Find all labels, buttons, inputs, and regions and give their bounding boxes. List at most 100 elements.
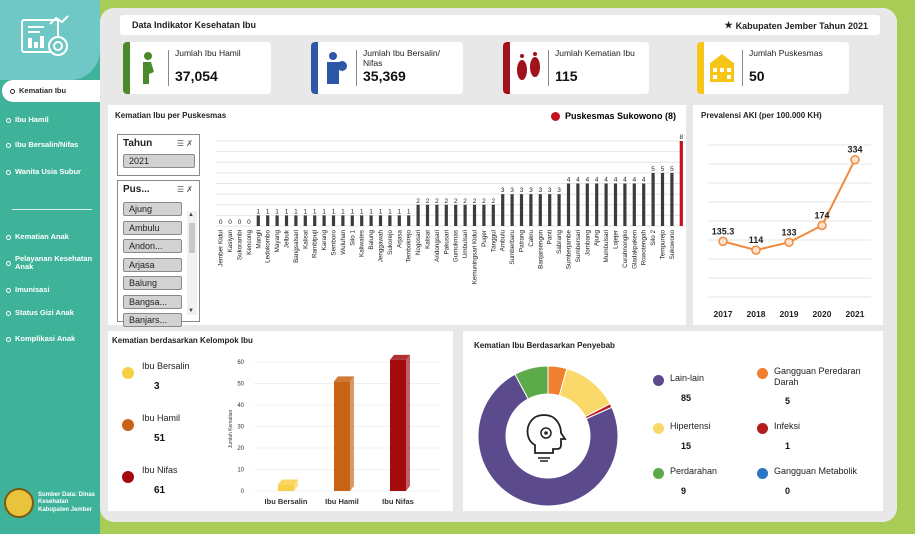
scroll-down-icon[interactable]: ▼ [188,308,194,314]
category-tick-label: Bangsalsari [293,230,300,263]
puskesmas-slicer[interactable]: Pus... ☰ ✗ Ajung Ambulu Andon... Arjasa Balu… [117,180,200,327]
puskesmas-slicer-item[interactable]: Bangsa... [123,294,182,309]
group-legend-label: Ibu Hamil [142,413,181,423]
cause-legend-label: Lain-lain [670,373,705,383]
group-title: Kematian berdasarkan Kelompok Ibu [112,336,253,345]
y-tick-label: 0 [241,489,245,495]
sidebar-item[interactable]: Imunisasi [6,285,96,294]
bar-value-label: 2 [463,198,467,205]
slicer-filter-icon[interactable]: ☰ ✗ [177,185,193,194]
puskesmas-slicer-item[interactable]: Andon... [123,239,182,253]
aki-line-chart: 135.3 2017 114 2018 133 2019 174 2020 334 2021 [708,144,871,319]
cause-legend-label: Gangguan Peredaran Darah [774,366,861,388]
bar-value-label: 2 [416,198,420,205]
sidebar-item[interactable]: Pelayanan Kesehatan Anak [6,254,96,272]
bar [623,183,627,226]
scroll-up-icon[interactable]: ▲ [188,212,194,218]
region-label: Kabupaten Jember Tahun 2021 [735,20,868,31]
scroll-thumb[interactable] [189,223,195,253]
category-tick-label: Gladakpakem [631,230,638,269]
bullet-icon [6,287,11,293]
aki-x-tick: 2018 [747,309,766,319]
legend-label: Puskesmas Sukowono (8) [564,111,676,121]
cause-legend-value: 85 [681,393,692,403]
sidebar-item[interactable]: Kematian Ibu [2,80,100,102]
y-tick-label: 40 [237,403,244,409]
sidebar-item-label: Komplikasi Anak [15,334,76,343]
bar [510,194,514,226]
cause-title: Kematian Ibu Berdasarkan Penyebab [474,341,615,350]
sidebar-item[interactable]: Ibu Hamil [6,115,96,124]
category-tick-label: Mayang [274,230,281,253]
category-tick-label: Kemuningsari Kidul [472,230,479,284]
group-bar-chart: 0 10 20 30 40 50 60 Jumlah Kematian Ibu Bersalin… [228,354,441,506]
category-tick-label: Sukorejo [387,230,394,255]
cause-legend-value: 0 [785,486,791,496]
bar [435,204,439,226]
cause-legend-value: 5 [785,396,791,406]
year-slicer-item[interactable]: 2021 [123,154,195,168]
category-tick-label: Tempurejo [660,230,667,260]
category-tick-label: Tanggul [490,230,497,252]
footprints-icon [517,52,540,80]
sidebar-item-label: Kematian Anak [15,232,69,241]
bullet-icon [6,142,11,148]
group-legend-dot [122,471,134,483]
group-bar [390,359,406,491]
sidebar-item[interactable]: Ibu Bersalin/Nifas [6,140,96,149]
category-tick-label: Panti [547,230,554,244]
category-tick-label: Mumbulsari [603,230,610,263]
bar-value-label: 2 [444,198,448,205]
aki-x-tick: 2017 [714,309,733,319]
sidebar-item[interactable]: Status Gizi Anak [6,308,96,317]
sidebar-item[interactable]: Kematian Anak [6,232,96,241]
slicer-filter-icon[interactable]: ☰ ✗ [177,139,193,148]
bar-value-label: 2 [435,198,439,205]
cause-legend-dot [757,468,768,479]
category-tick-label: Jember Kidul [218,230,225,267]
kpi-value: 50 [749,68,765,84]
bar-value-label: 8 [679,134,683,141]
bar-value-label: 3 [557,187,561,194]
sidebar-item-label: Kematian Ibu [19,85,67,95]
y-tick-label: 20 [237,446,244,452]
slicer-scrollbar[interactable]: ▲ ▼ [187,211,197,315]
category-tick-label: Cakru [528,230,535,247]
year-slicer[interactable]: Tahun ☰ ✗ 2021 [117,134,200,176]
group-legend-label: Ibu Nifas [142,465,178,475]
sidebar-item[interactable]: Komplikasi Anak [6,334,96,343]
kpi-divider [356,50,357,86]
kpi-color-band [123,42,130,94]
group-x-tick: Ibu Nifas [382,497,414,506]
puskesmas-slicer-item[interactable]: Arjasa [123,257,182,272]
category-tick-label: Ambulu [500,230,507,252]
category-tick-label: Andongsari [434,230,441,262]
group-legend-value: 61 [154,485,166,496]
group-legend-value: 3 [154,381,160,392]
category-tick-label: Silo 2 [650,230,657,246]
bar [331,215,336,226]
bar [576,183,580,226]
sidebar-item[interactable]: Wanita Usia Subur [6,167,96,176]
chart-legend: Puskesmas Sukowono (8) [550,111,676,121]
header-bar: Data Indikator Kesehatan Ibu ★ Kabupaten… [120,15,880,35]
bar-value-label: 1 [294,208,298,215]
group-bar-side [406,354,410,491]
sidebar-item-label: Ibu Bersalin/Nifas [15,140,79,149]
bullet-icon [6,234,11,240]
bar-value-label: 4 [623,177,627,184]
pregnant-woman-icon [143,52,154,84]
puskesmas-slicer-item[interactable]: Banjars... [123,313,182,327]
kpi-value: 115 [555,68,578,84]
category-tick-label: Semboro [331,230,338,256]
puskesmas-slicer-item[interactable]: Balung [123,276,182,290]
aki-point [784,237,794,248]
category-tick-label: Sumbersari [575,230,582,262]
kpi-divider [742,50,743,86]
puskesmas-slicer-item[interactable]: Ajung [123,202,182,216]
group-legend-label: Ibu Bersalin [142,361,190,371]
bar [529,194,533,226]
bar [482,204,486,226]
bar [425,204,430,226]
puskesmas-slicer-item[interactable]: Ambulu [123,220,182,235]
